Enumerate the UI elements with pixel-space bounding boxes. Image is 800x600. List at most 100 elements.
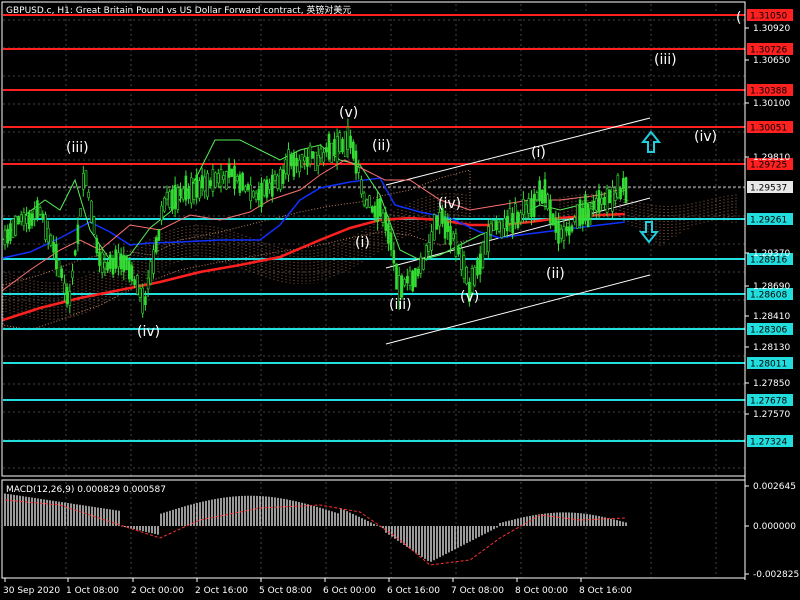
candle-body — [351, 141, 355, 159]
candle-body — [405, 276, 409, 284]
candle-body — [152, 249, 155, 274]
candle-body — [457, 246, 460, 255]
candle-body — [179, 188, 182, 197]
candle-body — [370, 206, 374, 213]
candle-body — [71, 270, 74, 279]
candle-body — [173, 184, 177, 209]
candle-body — [400, 275, 404, 298]
candle-body — [565, 226, 568, 232]
candle-body — [362, 192, 366, 206]
candle-body — [619, 187, 622, 200]
candle-body — [79, 208, 82, 217]
wave-label: (ii) — [546, 266, 565, 282]
candle-body — [497, 221, 501, 232]
candle-body — [119, 253, 123, 270]
wave-label: (iii) — [654, 52, 677, 68]
candle-body — [360, 179, 363, 195]
candle-body — [252, 190, 255, 198]
candle-body — [98, 251, 101, 266]
candle-body — [33, 208, 37, 219]
candle-body — [513, 203, 517, 223]
candle-body — [219, 169, 223, 187]
candle-body — [373, 205, 377, 218]
candle-body — [451, 233, 455, 239]
candle-body — [576, 204, 579, 229]
candle-body — [90, 200, 93, 223]
candle-body — [208, 180, 212, 186]
wave-label: (v) — [339, 105, 358, 121]
candle-body — [133, 279, 136, 285]
candle-body — [111, 258, 115, 275]
macd-label: MACD(12,26,9) 0.000829 0.000587 — [6, 485, 166, 495]
candle-body — [616, 174, 620, 198]
candle-body — [295, 157, 298, 167]
candle-body — [160, 205, 163, 221]
candle-body — [200, 175, 204, 189]
candle-body — [422, 258, 425, 270]
candle-body — [554, 217, 558, 233]
chart-title: GBPUSD.c, H1: Great Britain Pound vs US … — [6, 4, 351, 16]
candle-body — [65, 286, 69, 305]
candle-body — [114, 249, 117, 269]
candle-body — [230, 168, 234, 177]
candle-body — [381, 212, 385, 223]
candle-body — [589, 208, 593, 219]
gbpusd-chart[interactable]: 1.310501.307261.303881.300511.297251.295… — [0, 0, 800, 600]
candle-body — [44, 214, 47, 240]
candle-body — [384, 212, 388, 231]
candle-body — [489, 223, 493, 235]
candle-body — [333, 139, 336, 155]
time-tick-label: 5 Oct 08:00 — [259, 586, 312, 596]
candle-body — [540, 189, 544, 204]
candle-body — [341, 139, 344, 153]
candle-body — [424, 245, 428, 259]
candle-body — [613, 192, 617, 201]
support-price-label: 1.28608 — [750, 291, 787, 301]
candle-body — [63, 282, 66, 294]
candle-body — [316, 154, 320, 166]
candle-body — [203, 176, 207, 192]
resistance-price-label: 1.30726 — [750, 46, 787, 56]
candle-body — [92, 216, 96, 235]
price-tick-label: 1.28130 — [753, 343, 790, 353]
candle-body — [516, 211, 520, 229]
candle-body — [254, 192, 258, 200]
candle-body — [292, 153, 296, 177]
candle-body — [17, 215, 20, 225]
candle-body — [171, 189, 174, 210]
candle-body — [165, 191, 169, 200]
candle-body — [289, 154, 293, 167]
candle-body — [257, 188, 261, 201]
candle-body — [157, 228, 161, 241]
current-price-label: 1.29537 — [750, 184, 787, 194]
candle-body — [414, 267, 417, 288]
candle-body — [524, 204, 528, 219]
candle-body — [484, 232, 487, 255]
candle-body — [262, 180, 266, 196]
time-tick-label: 2 Oct 00:00 — [131, 586, 184, 596]
candle-body — [392, 250, 396, 264]
candle-body — [246, 184, 250, 190]
candle-body — [141, 287, 144, 314]
candle-body — [195, 174, 198, 198]
candle-body — [217, 173, 220, 184]
candle-body — [11, 218, 15, 238]
price-tick-label: 1.30920 — [753, 24, 790, 34]
candle-body — [500, 219, 504, 238]
candle-body — [567, 226, 571, 236]
candle-body — [57, 260, 61, 278]
candle-body — [249, 184, 252, 202]
candle-body — [187, 188, 190, 199]
candle-body — [459, 248, 463, 270]
candle-body — [214, 172, 217, 188]
candle-body — [586, 203, 590, 228]
candle-body — [87, 191, 90, 198]
candle-body — [600, 197, 604, 205]
candle-body — [527, 198, 531, 214]
candle-body — [22, 212, 26, 227]
candle-body — [38, 207, 42, 215]
time-tick-label: 2 Oct 16:00 — [195, 586, 248, 596]
candle-body — [76, 224, 80, 244]
candle-body — [306, 156, 309, 167]
candle-body — [343, 131, 347, 157]
